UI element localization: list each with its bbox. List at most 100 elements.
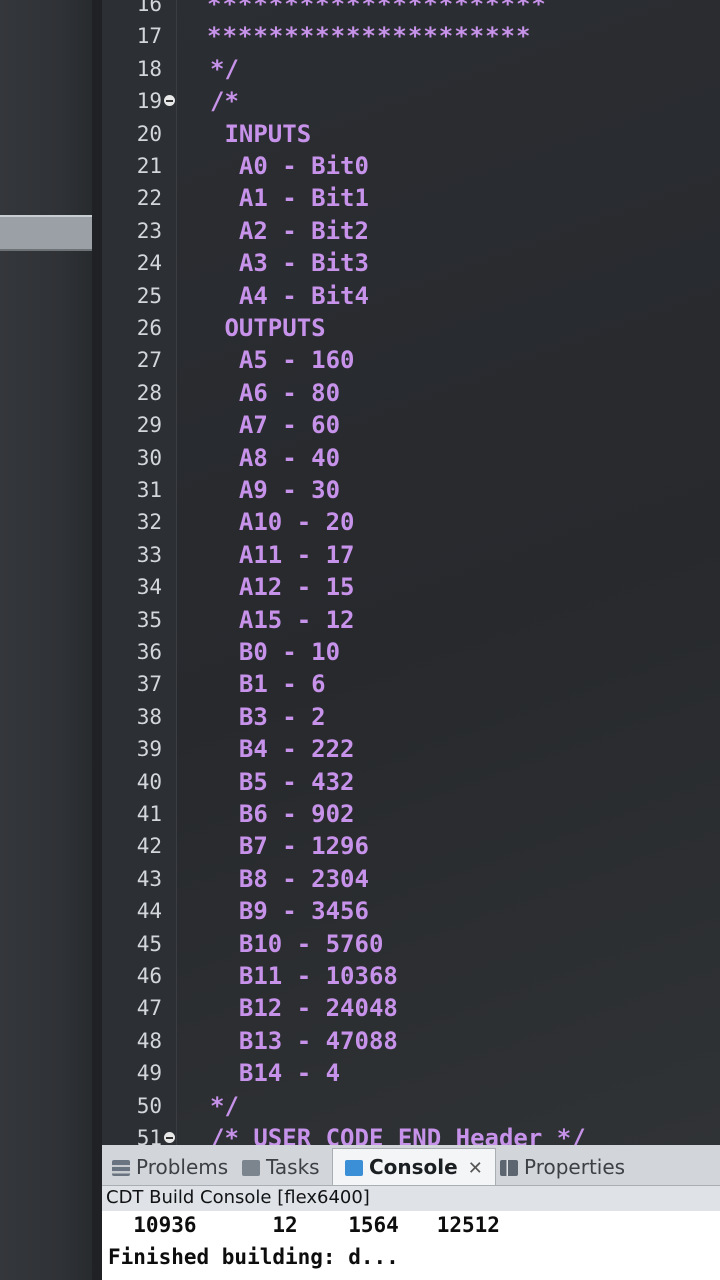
- code-line[interactable]: 33 A11 - 17: [102, 539, 720, 571]
- line-number: 40: [136, 769, 162, 794]
- code-text: A4 - Bit4: [210, 281, 369, 310]
- line-number: 47: [136, 996, 162, 1021]
- code-line[interactable]: 31 A9 - 30: [102, 474, 720, 506]
- code-line[interactable]: 50 */: [102, 1090, 720, 1122]
- problems-icon: [112, 1160, 130, 1176]
- code-text: A3 - Bit3: [210, 249, 369, 278]
- code-text: B12 - 24048: [210, 994, 398, 1023]
- code-line[interactable]: 37 B1 - 6: [102, 668, 720, 700]
- tab-problems[interactable]: Problems: [112, 1151, 228, 1183]
- code-text: OUTPUTS: [210, 314, 326, 342]
- code-line[interactable]: 49 B14 - 4: [102, 1057, 720, 1089]
- line-number: 42: [136, 834, 162, 859]
- code-line[interactable]: 48 B13 - 47088: [102, 1025, 720, 1057]
- code-line[interactable]: 41 B6 - 902: [102, 798, 720, 830]
- line-number: 19: [136, 89, 162, 114]
- line-number: 26: [136, 316, 162, 340]
- code-line[interactable]: 27 A5 - 160: [102, 344, 720, 376]
- code-text: A5 - 160: [210, 346, 355, 375]
- code-text: B6 - 902: [210, 800, 355, 828]
- line-number: 29: [136, 413, 162, 438]
- fold-toggle-icon[interactable]: [164, 1132, 175, 1143]
- code-text: A8 - 40: [210, 443, 341, 472]
- line-number: 22: [136, 186, 162, 211]
- left-side-panel: [0, 0, 100, 1280]
- code-line[interactable]: 43 B8 - 2304: [102, 863, 720, 895]
- code-line[interactable]: 24 A3 - Bit3: [102, 247, 720, 279]
- code-line[interactable]: 29 A7 - 60: [102, 409, 720, 441]
- properties-icon: [500, 1160, 518, 1176]
- code-text: *********************: [207, 22, 532, 51]
- console-output[interactable]: 10936 12 1564 12512 Finished building: d…: [102, 1211, 720, 1280]
- line-number: 24: [136, 251, 162, 276]
- code-line[interactable]: 45 B10 - 5760: [102, 928, 720, 960]
- code-editor[interactable]: 16 ********************** 17 **************…: [102, 0, 720, 1184]
- line-number: 20: [136, 121, 162, 146]
- close-icon[interactable]: ✕: [468, 1158, 483, 1179]
- tab-console[interactable]: Console ✕: [332, 1148, 496, 1185]
- console-icon: [345, 1160, 363, 1176]
- code-text: A11 - 17: [210, 540, 355, 569]
- console-line: Finished building: d...: [108, 1245, 399, 1269]
- code-text: A7 - 60: [210, 411, 341, 440]
- code-line[interactable]: 23 A2 - Bit2: [102, 215, 720, 247]
- code-line[interactable]: 34 A12 - 15: [102, 571, 720, 603]
- code-line[interactable]: 17 *********************: [102, 20, 720, 52]
- code-line[interactable]: 30 A8 - 40: [102, 442, 720, 474]
- line-number: 45: [136, 931, 162, 956]
- code-text: B1 - 6: [210, 670, 326, 699]
- line-number: 38: [136, 704, 162, 729]
- code-text: B10 - 5760: [210, 929, 384, 958]
- line-number: 25: [136, 283, 162, 308]
- tab-problems-label: Problems: [136, 1155, 229, 1179]
- code-line[interactable]: 38 B3 - 2: [102, 701, 720, 733]
- code-text: /*: [210, 87, 239, 116]
- line-number: 48: [136, 1028, 162, 1053]
- code-text: **********************: [207, 0, 547, 18]
- line-number: 46: [136, 964, 162, 988]
- code-text: B4 - 222: [210, 735, 355, 764]
- panel-divider[interactable]: [92, 0, 102, 1280]
- line-number: 27: [136, 348, 162, 373]
- line-number: 39: [136, 737, 162, 762]
- code-line[interactable]: 16 **********************: [102, 0, 720, 20]
- code-text: A9 - 30: [210, 476, 341, 504]
- code-line[interactable]: 21 A0 - Bit0: [102, 150, 720, 182]
- line-number: 44: [136, 899, 162, 924]
- code-line[interactable]: 36 B0 - 10: [102, 636, 720, 668]
- code-text: B14 - 4: [210, 1059, 341, 1088]
- code-text: */: [210, 54, 239, 83]
- left-panel-selected-row[interactable]: [0, 215, 92, 251]
- code-line[interactable]: 35 A15 - 12: [102, 604, 720, 636]
- code-text: B9 - 3456: [210, 897, 369, 926]
- code-line[interactable]: 28 A6 - 80: [102, 377, 720, 409]
- line-number: 35: [136, 607, 162, 632]
- code-line[interactable]: 46 B11 - 10368: [102, 960, 720, 992]
- code-line[interactable]: 22 A1 - Bit1: [102, 182, 720, 214]
- line-number: 32: [136, 510, 162, 535]
- line-number: 41: [136, 802, 162, 826]
- code-line[interactable]: 47 B12 - 24048: [102, 992, 720, 1024]
- code-line[interactable]: 25 A4 - Bit4: [102, 280, 720, 312]
- tab-tasks[interactable]: Tasks: [242, 1151, 320, 1183]
- fold-toggle-icon[interactable]: [164, 95, 175, 107]
- code-text: A2 - Bit2: [210, 216, 369, 245]
- tab-tasks-label: Tasks: [266, 1155, 320, 1179]
- code-text: B0 - 10: [210, 638, 341, 666]
- code-line[interactable]: 32 A10 - 20: [102, 506, 720, 538]
- code-line[interactable]: 20 INPUTS: [102, 118, 720, 150]
- line-number: 33: [136, 542, 162, 567]
- code-line[interactable]: 40 B5 - 432: [102, 766, 720, 798]
- code-line[interactable]: 39 B4 - 222: [102, 733, 720, 765]
- line-number: 43: [136, 866, 162, 891]
- tab-console-label: Console: [369, 1155, 458, 1179]
- code-line[interactable]: 44 B9 - 3456: [102, 895, 720, 927]
- code-text: B7 - 1296: [210, 832, 369, 861]
- console-line: 10936 12 1564 12512: [108, 1213, 500, 1237]
- code-line[interactable]: 18 */: [102, 53, 720, 85]
- tab-properties[interactable]: Properties: [500, 1151, 625, 1183]
- code-line[interactable]: 42 B7 - 1296: [102, 830, 720, 862]
- code-line[interactable]: 19 /*: [102, 85, 720, 117]
- line-number: 50: [136, 1093, 162, 1118]
- code-line[interactable]: 26 OUTPUTS: [102, 312, 720, 344]
